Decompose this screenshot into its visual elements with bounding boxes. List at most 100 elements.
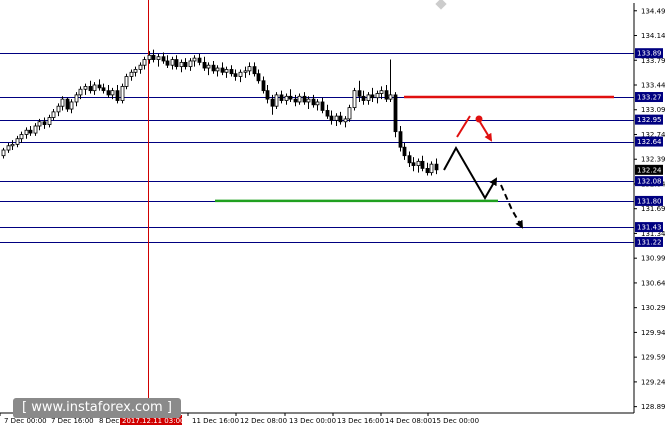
candle [124, 73, 129, 90]
candle [51, 109, 56, 121]
level-label: 132.64 [635, 136, 663, 147]
y-tick-label: 132.39 [641, 156, 665, 164]
candle-body-down [151, 54, 156, 60]
candle [165, 55, 170, 69]
candle [24, 127, 29, 139]
candle [233, 69, 238, 81]
candle-body-down [229, 69, 234, 75]
level-label-text: 132.24 [637, 166, 662, 174]
candle-body-up [124, 76, 129, 87]
candle [101, 83, 106, 94]
candle [329, 110, 334, 125]
candle-body-down [202, 61, 207, 69]
candle [115, 85, 120, 104]
level-label-text: 133.27 [637, 94, 662, 102]
y-tick-label: 134.49 [641, 7, 665, 15]
candle-body-up [56, 105, 61, 113]
candle [33, 123, 38, 136]
candle-body-down [384, 90, 389, 100]
candle [265, 85, 270, 104]
level-label: 131.80 [635, 195, 663, 206]
candle [224, 66, 229, 78]
candle-body-up [352, 90, 357, 109]
candle [398, 126, 403, 152]
candle-body-down [101, 87, 106, 92]
candle-body-down [288, 95, 293, 100]
candle [220, 62, 225, 76]
candle-body-up [224, 69, 229, 73]
candle-body-up [156, 56, 161, 60]
candle-body-up [6, 145, 11, 151]
candle-body-up [247, 66, 252, 72]
candle-body-down [88, 86, 93, 92]
candle [311, 94, 316, 108]
candle [325, 104, 330, 119]
candle-body-up [120, 86, 125, 101]
candle [138, 62, 143, 74]
candle [88, 80, 93, 94]
candle-body-up [24, 129, 29, 135]
candle [10, 140, 15, 151]
candle-body-down [311, 98, 316, 106]
candle-body-up [170, 59, 175, 66]
candle [429, 161, 434, 176]
candle [106, 85, 111, 98]
candle [357, 80, 362, 102]
level-label: 132.95 [635, 114, 663, 125]
price-chart[interactable]: 134.49134.14133.79133.44133.09132.74132.… [0, 0, 665, 431]
candle-body-down [325, 110, 330, 117]
candle-body-down [434, 163, 439, 171]
candle [142, 56, 147, 70]
candle-body-up [78, 88, 83, 96]
candle [229, 65, 234, 77]
level-label-text: 132.95 [637, 116, 662, 124]
candle [420, 155, 425, 172]
candle-body-up [133, 69, 138, 73]
candle-body-up [334, 115, 339, 121]
candle [129, 69, 134, 81]
candle-body-up [192, 57, 197, 62]
candle-body-down [329, 115, 334, 121]
y-tick-label: 130.29 [641, 304, 665, 312]
candle-body-down [28, 129, 33, 134]
candle-body-up [274, 94, 279, 107]
candle [120, 83, 125, 104]
candle [302, 92, 307, 105]
x-tick-label: 7 Dec 16:00 [51, 417, 94, 425]
candle [161, 52, 166, 64]
candle [256, 69, 261, 84]
candle [347, 104, 352, 122]
candle-body-up [388, 94, 393, 100]
candle [343, 116, 348, 128]
y-tick-label: 129.24 [641, 378, 665, 386]
candle-body-down [338, 115, 343, 123]
candle [174, 55, 179, 70]
candle [183, 58, 188, 70]
level-label: 132.08 [635, 176, 663, 187]
candle-body-up [375, 93, 380, 99]
candle-body-up [51, 111, 56, 118]
candle [384, 85, 389, 102]
candle [19, 131, 24, 143]
candle-body-up [179, 61, 184, 68]
y-tick-label: 129.59 [641, 354, 665, 362]
level-label: 131.22 [635, 236, 663, 247]
candle [361, 90, 366, 105]
y-tick-label: 128.89 [641, 403, 665, 411]
candle [261, 76, 266, 94]
candle [402, 142, 407, 160]
candle [15, 135, 20, 148]
candle [243, 66, 248, 78]
x-tick-label: 11 Dec 16:00 [192, 417, 239, 425]
candle [252, 62, 257, 77]
candle-body-up [343, 118, 348, 123]
candle-body-up [284, 95, 289, 101]
candle-body-up [37, 121, 42, 127]
candle-body-down [115, 90, 120, 101]
candle-body-down [302, 95, 307, 103]
forecast-path-dashed [500, 184, 524, 229]
candle [274, 92, 279, 110]
level-label: 132.24 [635, 164, 663, 175]
candle [197, 53, 202, 66]
candle-body-up [147, 54, 152, 60]
